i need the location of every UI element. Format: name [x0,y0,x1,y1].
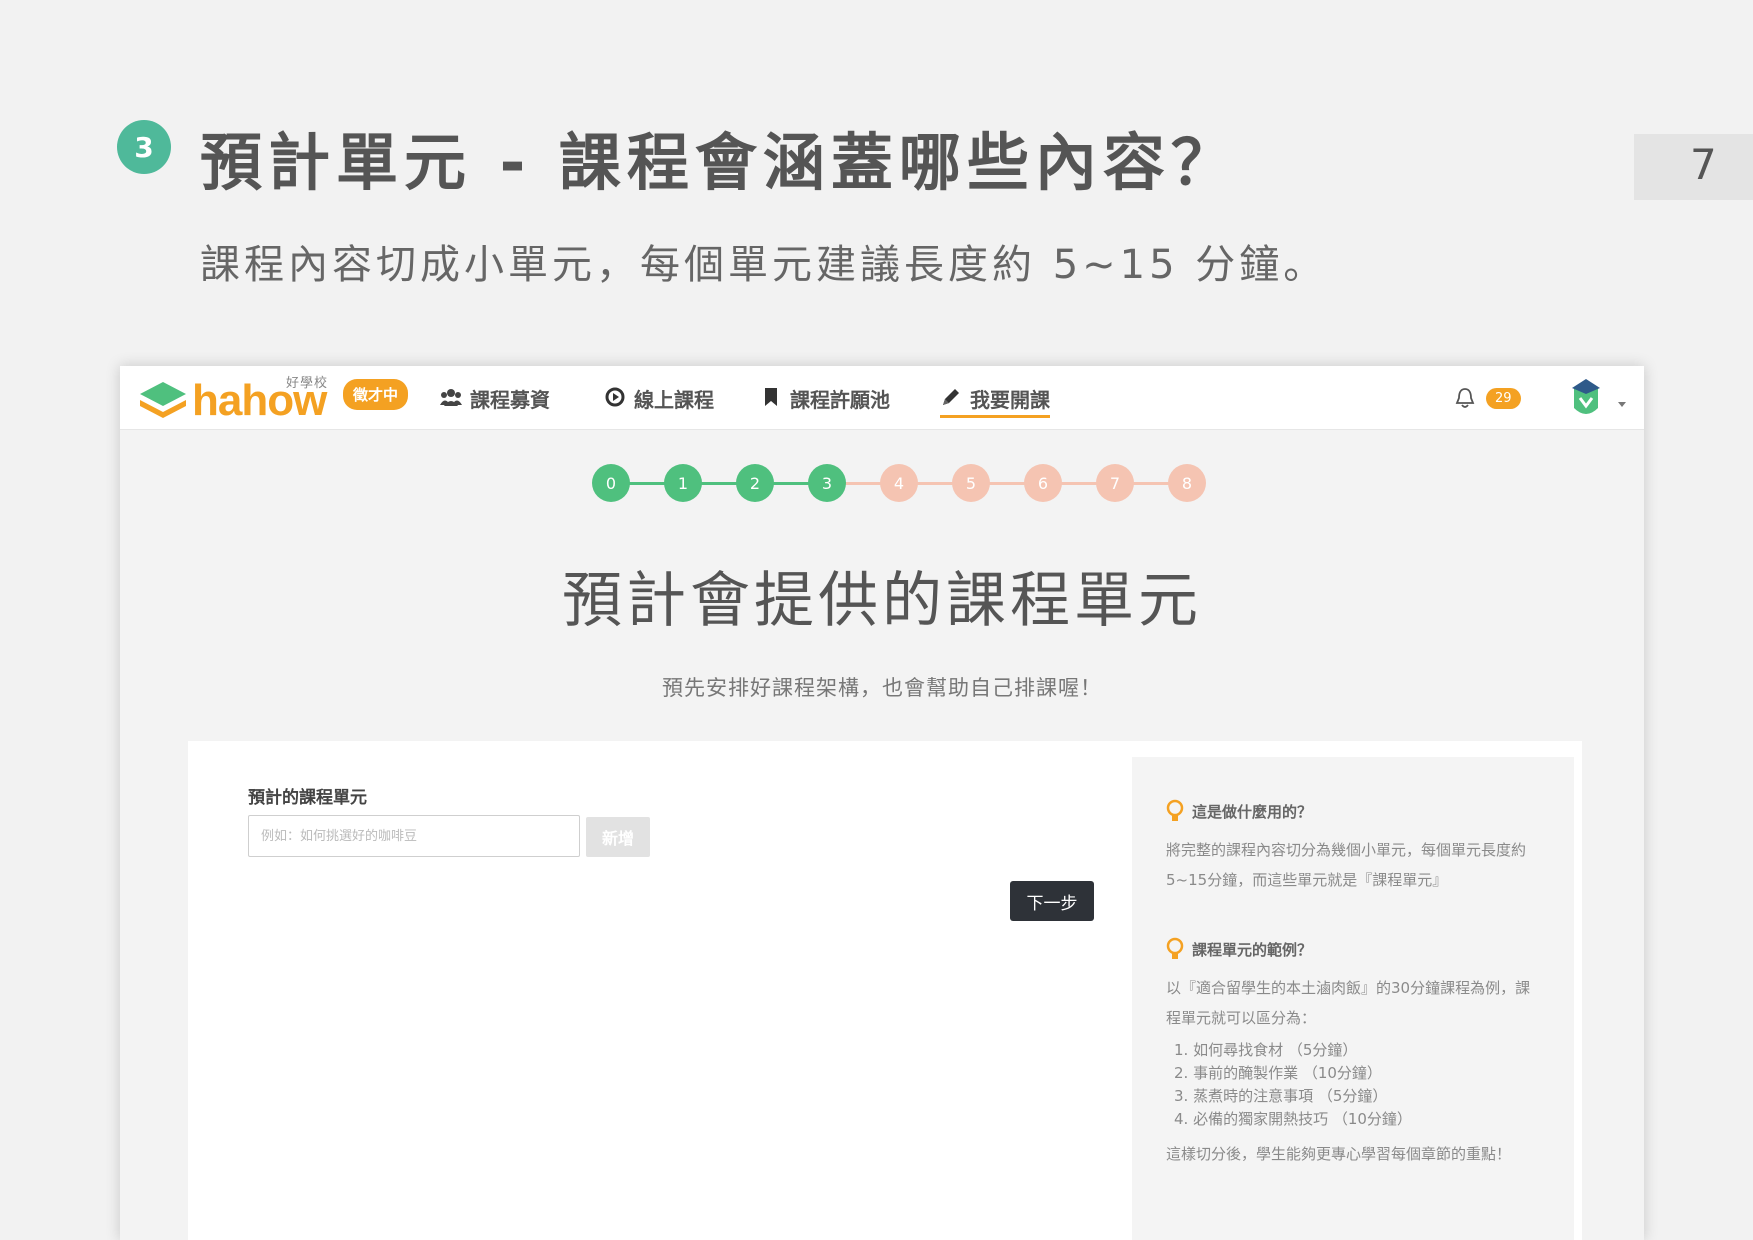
hahow-logo[interactable]: hahow 好學校 徵才中 [138,372,408,428]
list-item: 2. 事前的醃製作業 （10分鐘） [1174,1064,1382,1082]
list-item: 4. 必備的獨家開熱技巧 （10分鐘） [1174,1110,1412,1128]
step-number-badge: 3 [117,120,171,174]
nav-item-online-courses[interactable]: 線上課程 [604,384,714,418]
slide-subtitle: 課程內容切成小單元，每個單元建議長度約 5~15 分鐘。 [200,242,1328,288]
step-dot-7[interactable]: 7 [1096,464,1134,502]
app-screenshot: hahow 好學校 徵才中 課程募資 線上課程 課程許願池 我要開課 29 0 … [120,366,1644,1240]
play-circle-icon [605,387,625,407]
notification-count-badge[interactable]: 29 [1486,388,1521,409]
nav-item-wishlist[interactable]: 課程許願池 [760,384,890,418]
nav-label: 線上課程 [634,388,714,412]
progress-steps: 012345678 [120,464,1644,504]
add-unit-button[interactable]: 新增 [586,817,650,857]
avatar[interactable] [1566,376,1606,420]
help-answer: 這樣切分後，學生能夠更專心學習每個章節的重點！ [1166,1145,1512,1163]
course-unit-card: 預計的課程單元 新增 下一步 這是做什麼用的？ 將完整的課程內容切分為幾個小單元… [188,741,1582,1240]
users-icon [440,389,462,406]
logo-mark-icon [140,382,186,418]
help-question: 課程單元的範例？ [1166,935,1540,965]
help-answer: 將完整的課程內容切分為幾個小單元，每個單元長度約5~15分鐘，而這些單元就是『課… [1166,841,1527,889]
help-question-text: 這是做什麼用的？ [1192,803,1313,821]
logo-small-text: 好學校 [286,376,329,391]
list-item: 3. 蒸煮時的注意事項 （5分鐘） [1174,1087,1388,1105]
main-subtitle: 預先安排好課程架構，也會幫助自己排課喔！ [662,676,1102,700]
nav-label: 我要開課 [970,388,1050,412]
help-question: 這是做什麼用的？ [1166,797,1540,827]
nav-item-crowdfunding[interactable]: 課程募資 [440,384,550,418]
step-dot-6[interactable]: 6 [1024,464,1062,502]
example-unit-list: 1. 如何尋找食材 （5分鐘） 2. 事前的醃製作業 （10分鐘） 3. 蒸煮時… [1174,1039,1540,1131]
slide-title: 預計單元 - 課程會涵蓋哪些內容？ [200,126,1239,199]
help-panel: 這是做什麼用的？ 將完整的課程內容切分為幾個小單元，每個單元長度約5~15分鐘，… [1132,757,1574,1240]
lightbulb-icon [1166,937,1184,959]
lightbulb-icon [1166,799,1184,821]
pencil-icon [943,389,959,405]
bell-icon[interactable] [1454,386,1476,410]
unit-field-label: 預計的課程單元 [248,788,367,808]
nav-label: 課程募資 [470,388,550,412]
help-answer: 以『適合留學生的本土滷肉飯』的30分鐘課程為例，課程單元就可以區分為： [1166,979,1531,1027]
page-number: 7 [1690,140,1717,189]
next-step-button[interactable]: 下一步 [1010,881,1094,921]
nav-item-teach[interactable]: 我要開課 [940,384,1050,418]
step-dot-8[interactable]: 8 [1168,464,1206,502]
chevron-down-icon[interactable] [1616,400,1628,408]
unit-input[interactable] [248,815,580,857]
step-dot-2[interactable]: 2 [736,464,774,502]
hiring-badge[interactable]: 徵才中 [343,379,408,410]
main-title: 預計會提供的課程單元 [562,566,1202,636]
bookmark-icon [765,388,777,406]
list-item: 1. 如何尋找食材 （5分鐘） [1174,1041,1358,1059]
step-dot-4[interactable]: 4 [880,464,918,502]
step-dot-3[interactable]: 3 [808,464,846,502]
step-dot-0[interactable]: 0 [592,464,630,502]
help-question-text: 課程單元的範例？ [1192,941,1313,959]
nav-label: 課程許願池 [790,388,890,412]
step-dot-5[interactable]: 5 [952,464,990,502]
step-dot-1[interactable]: 1 [664,464,702,502]
top-navbar: hahow 好學校 徵才中 課程募資 線上課程 課程許願池 我要開課 29 [120,366,1644,430]
